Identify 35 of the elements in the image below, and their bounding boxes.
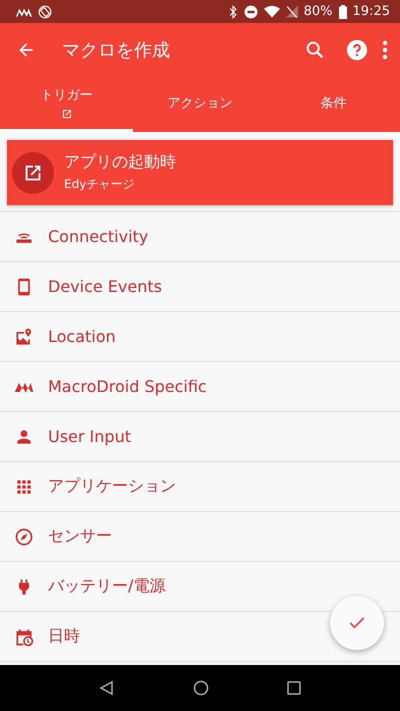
selected-trigger-card[interactable]: アプリの起動時 Edyチャージ	[7, 140, 393, 205]
category-row[interactable]: センサー	[0, 512, 400, 562]
battery-icon	[338, 4, 347, 18]
compass-icon	[14, 526, 34, 546]
tab[interactable]: 条件	[266, 76, 400, 132]
battery-percent: 80%	[304, 4, 333, 19]
screen-title: マクロを作成	[62, 38, 171, 62]
search-button[interactable]	[304, 38, 326, 60]
search-icon	[304, 38, 326, 60]
do-not-disturb-icon	[244, 4, 258, 18]
category-row[interactable]: User Input	[0, 412, 400, 462]
back-nav-icon[interactable]	[99, 680, 115, 696]
screen-rotation-icon	[38, 4, 52, 18]
trigger-subtitle: Edyチャージ	[64, 176, 136, 193]
tab[interactable]: トリガー	[0, 76, 134, 132]
more-icon	[382, 40, 388, 60]
tab[interactable]: アクション	[133, 76, 267, 132]
category-row[interactable]: MacroDroid Specific	[0, 362, 400, 412]
category-row[interactable]: Location	[0, 312, 400, 362]
recents-nav-icon[interactable]	[287, 681, 301, 695]
help-icon	[346, 38, 368, 60]
map-pin-icon	[14, 326, 34, 346]
more-menu-button[interactable]	[382, 40, 388, 60]
m-logo-icon	[16, 6, 32, 16]
trigger-title: アプリの起動時	[64, 152, 176, 173]
calendar-clock-icon	[14, 626, 34, 646]
no-signal-icon	[286, 5, 298, 18]
bluetooth-icon	[228, 4, 238, 18]
category-row[interactable]: Device Events	[0, 262, 400, 312]
wifi-icon	[264, 5, 280, 18]
help-button[interactable]	[346, 38, 368, 60]
category-row[interactable]: Connectivity	[0, 212, 400, 262]
category-row[interactable]: アプリケーション	[0, 462, 400, 512]
home-nav-icon[interactable]	[193, 680, 209, 696]
clock: 19:25	[352, 4, 390, 19]
